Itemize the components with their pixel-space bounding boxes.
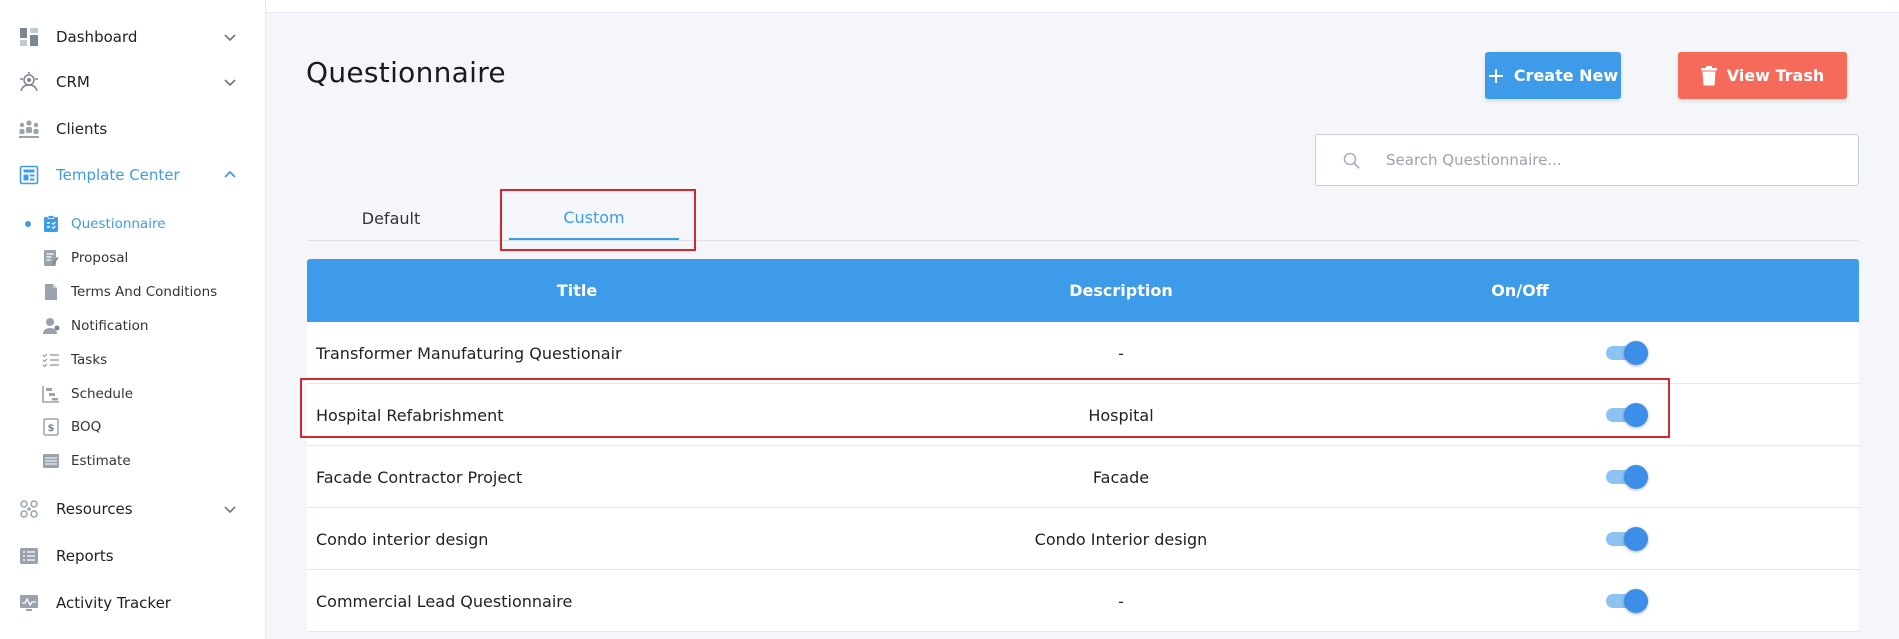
sidebar-subitem-proposal[interactable]: Proposal bbox=[0, 243, 266, 273]
table-row[interactable]: Transformer Manufaturing Questionair - bbox=[307, 322, 1859, 384]
active-bullet bbox=[25, 221, 31, 227]
estimate-icon bbox=[42, 452, 60, 470]
boq-icon: $ bbox=[42, 418, 60, 436]
reports-icon bbox=[18, 545, 40, 567]
sidebar-subitem-label: BOQ bbox=[71, 419, 102, 435]
row-description: Facade bbox=[1092, 467, 1150, 487]
sidebar-item-activity-tracker[interactable]: Activity Tracker bbox=[0, 583, 266, 623]
sidebar-subitem-tasks[interactable]: Tasks bbox=[0, 345, 266, 375]
sidebar-subitem-estimate[interactable]: Estimate bbox=[0, 446, 266, 476]
sidebar-subitem-label: Terms And Conditions bbox=[71, 284, 218, 300]
tab-default[interactable]: Default bbox=[307, 196, 475, 240]
sidebar-subitem-boq[interactable]: $ BOQ bbox=[0, 412, 266, 442]
column-header-title[interactable]: Title bbox=[307, 259, 847, 322]
row-description: - bbox=[1118, 591, 1124, 611]
view-trash-button[interactable]: View Trash bbox=[1678, 52, 1847, 99]
page-title: Questionnaire bbox=[306, 56, 506, 89]
sidebar-item-clients[interactable]: Clients bbox=[0, 109, 266, 149]
sidebar-subitem-questionnaire[interactable]: Questionnaire bbox=[0, 209, 266, 239]
table-row[interactable]: Commercial Lead Questionnaire - bbox=[307, 570, 1859, 632]
table-header: Title Description On/Off bbox=[307, 259, 1859, 322]
on-off-toggle[interactable] bbox=[1606, 465, 1648, 489]
toggle-knob bbox=[1624, 465, 1648, 489]
sidebar-subitem-terms-and-conditions[interactable]: Terms And Conditions bbox=[0, 277, 266, 307]
dashboard-icon bbox=[18, 26, 40, 48]
schedule-icon bbox=[42, 385, 60, 403]
toggle-knob bbox=[1624, 589, 1648, 613]
sidebar-item-label: Template Center bbox=[56, 166, 180, 184]
row-title: Commercial Lead Questionnaire bbox=[316, 591, 573, 611]
toggle-knob bbox=[1624, 341, 1648, 365]
notification-icon bbox=[42, 317, 60, 335]
row-title: Hospital Refabrishment bbox=[316, 405, 504, 425]
sidebar-subitem-label: Questionnaire bbox=[71, 216, 166, 232]
sidebar: Dashboard CRM Clients Template Center Qu… bbox=[0, 0, 266, 639]
on-off-toggle[interactable] bbox=[1606, 589, 1648, 613]
on-off-toggle[interactable] bbox=[1606, 403, 1648, 427]
tab-custom[interactable]: Custom bbox=[509, 196, 679, 240]
sidebar-item-resources[interactable]: Resources bbox=[0, 489, 266, 529]
row-description: Hospital bbox=[1088, 405, 1154, 425]
sidebar-item-template-center[interactable]: Template Center bbox=[0, 155, 266, 195]
sidebar-item-label: Clients bbox=[56, 120, 108, 138]
sidebar-item-dashboard[interactable]: Dashboard bbox=[0, 17, 266, 57]
chevron-down-icon bbox=[224, 506, 236, 514]
template-center-icon bbox=[18, 164, 40, 186]
chevron-down-icon bbox=[224, 34, 236, 42]
row-description: Condo Interior design bbox=[1034, 529, 1208, 549]
sidebar-item-label: Activity Tracker bbox=[56, 594, 171, 612]
document-icon bbox=[42, 283, 60, 301]
table-row[interactable]: Facade Contractor Project Facade bbox=[307, 446, 1859, 508]
create-new-button[interactable]: Create New bbox=[1485, 52, 1621, 99]
search-input[interactable] bbox=[1386, 145, 1836, 175]
toggle-knob bbox=[1624, 527, 1648, 551]
sidebar-subitem-notification[interactable]: Notification bbox=[0, 311, 266, 341]
row-title: Facade Contractor Project bbox=[316, 467, 523, 487]
sidebar-subitem-label: Notification bbox=[71, 318, 149, 334]
proposal-icon bbox=[42, 249, 60, 267]
chevron-up-icon bbox=[224, 170, 236, 178]
sidebar-subitem-label: Estimate bbox=[71, 453, 131, 469]
svg-text:$: $ bbox=[48, 423, 55, 434]
sidebar-subitem-schedule[interactable]: Schedule bbox=[0, 379, 266, 409]
tabs-divider bbox=[307, 240, 1859, 241]
tasks-icon bbox=[42, 351, 60, 369]
trash-icon bbox=[1700, 65, 1717, 85]
create-new-label: Create New bbox=[1513, 66, 1619, 85]
resources-icon bbox=[18, 498, 40, 520]
toggle-knob bbox=[1624, 403, 1648, 427]
view-trash-label: View Trash bbox=[1726, 66, 1825, 85]
sidebar-subitem-label: Tasks bbox=[71, 352, 108, 368]
row-description: - bbox=[1118, 343, 1124, 363]
sidebar-item-reports[interactable]: Reports bbox=[0, 536, 266, 576]
sidebar-item-label: Dashboard bbox=[56, 28, 138, 46]
row-title: Transformer Manufaturing Questionair bbox=[316, 343, 622, 363]
crm-icon bbox=[18, 71, 40, 93]
column-header-description[interactable]: Description bbox=[847, 259, 1395, 322]
top-bar bbox=[266, 0, 1899, 13]
sidebar-subitem-label: Schedule bbox=[71, 386, 134, 402]
table-row[interactable]: Hospital Refabrishment Hospital bbox=[307, 384, 1859, 446]
activity-tracker-icon bbox=[18, 592, 40, 614]
sidebar-item-crm[interactable]: CRM bbox=[0, 62, 266, 102]
search-box bbox=[1315, 134, 1859, 186]
questionnaire-icon bbox=[42, 215, 60, 233]
sidebar-subitem-label: Proposal bbox=[71, 250, 129, 266]
on-off-toggle[interactable] bbox=[1606, 341, 1648, 365]
plus-icon bbox=[1488, 68, 1503, 83]
search-icon bbox=[1343, 152, 1360, 169]
sidebar-item-label: CRM bbox=[56, 73, 90, 91]
on-off-toggle[interactable] bbox=[1606, 527, 1648, 551]
clients-icon bbox=[18, 118, 40, 140]
sidebar-item-label: Reports bbox=[56, 547, 114, 565]
chevron-down-icon bbox=[224, 79, 236, 87]
sidebar-item-label: Resources bbox=[56, 500, 133, 518]
row-title: Condo interior design bbox=[316, 529, 489, 549]
column-header-on-off[interactable]: On/Off bbox=[1395, 259, 1645, 322]
table-row[interactable]: Condo interior design Condo Interior des… bbox=[307, 508, 1859, 570]
